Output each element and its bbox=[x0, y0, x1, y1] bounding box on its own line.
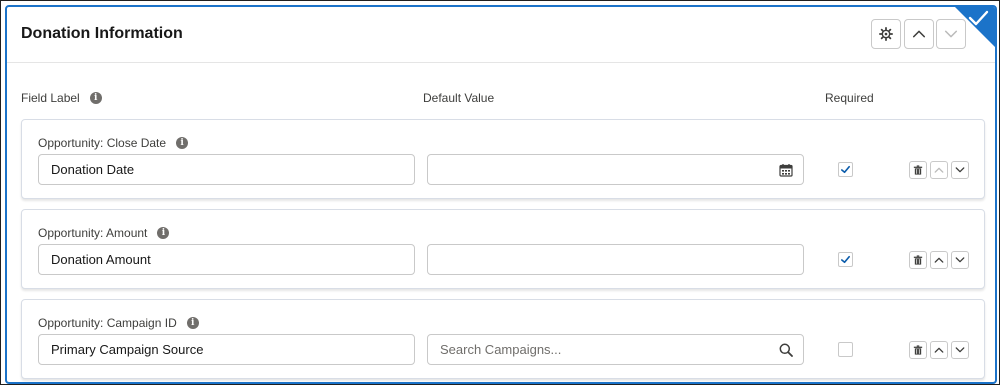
required-checkbox[interactable] bbox=[838, 342, 853, 357]
donation-information-section[interactable]: Donation Information Field Label i Defau… bbox=[5, 5, 997, 384]
source-field-label: Opportunity: Campaign ID i bbox=[38, 316, 199, 330]
field-label-value: Donation Date bbox=[51, 162, 135, 177]
column-header-field-label: Field Label i bbox=[21, 91, 102, 105]
section-move-up-button[interactable] bbox=[904, 19, 934, 49]
chevron-down-icon bbox=[955, 347, 965, 353]
required-checkbox[interactable] bbox=[838, 162, 853, 177]
trash-icon bbox=[913, 255, 923, 265]
chevron-up-icon bbox=[912, 30, 926, 38]
checkmark-icon bbox=[841, 255, 850, 264]
source-field-label-text: Opportunity: Campaign ID bbox=[38, 316, 177, 330]
move-field-down-button[interactable] bbox=[951, 161, 969, 179]
info-icon[interactable]: i bbox=[157, 226, 170, 239]
move-field-up-button[interactable] bbox=[930, 341, 948, 359]
gear-icon bbox=[879, 27, 893, 41]
default-value-input[interactable] bbox=[427, 244, 804, 275]
section-move-down-button[interactable] bbox=[936, 19, 966, 49]
info-icon[interactable]: i bbox=[186, 316, 199, 329]
delete-field-button[interactable] bbox=[909, 251, 927, 269]
source-field-label: Opportunity: Amount i bbox=[38, 226, 170, 240]
source-field-label: Opportunity: Close Date i bbox=[38, 136, 189, 150]
chevron-up-icon bbox=[934, 257, 944, 263]
move-field-up-button[interactable] bbox=[930, 251, 948, 269]
campaign-search-placeholder: Search Campaigns... bbox=[440, 342, 562, 357]
chevron-up-icon bbox=[934, 167, 944, 173]
info-icon[interactable]: i bbox=[176, 136, 189, 149]
field-row[interactable]: Opportunity: Campaign ID i Primary Campai… bbox=[21, 299, 985, 379]
field-label-input[interactable]: Primary Campaign Source bbox=[38, 334, 415, 365]
chevron-down-icon bbox=[955, 257, 965, 263]
default-value-date-input[interactable] bbox=[427, 154, 804, 185]
field-row[interactable]: Opportunity: Close Date i Donation Date bbox=[21, 119, 985, 199]
section-title: Donation Information bbox=[21, 25, 183, 42]
field-label-input[interactable]: Donation Amount bbox=[38, 244, 415, 275]
source-field-label-text: Opportunity: Amount bbox=[38, 226, 148, 240]
delete-field-button[interactable] bbox=[909, 341, 927, 359]
chevron-down-icon bbox=[944, 30, 958, 38]
source-field-label-text: Opportunity: Close Date bbox=[38, 136, 167, 150]
required-checkbox[interactable] bbox=[838, 252, 853, 267]
info-icon[interactable]: i bbox=[89, 91, 102, 104]
move-field-down-button[interactable] bbox=[951, 251, 969, 269]
field-label-input[interactable]: Donation Date bbox=[38, 154, 415, 185]
checkmark-icon bbox=[841, 165, 850, 174]
chevron-down-icon bbox=[955, 167, 965, 173]
search-icon[interactable] bbox=[779, 343, 793, 357]
trash-icon bbox=[913, 345, 923, 355]
window-frame: Donation Information Field Label i Defau… bbox=[0, 0, 1000, 385]
campaign-search-input[interactable]: Search Campaigns... bbox=[427, 334, 804, 365]
field-label-value: Donation Amount bbox=[51, 252, 151, 267]
section-settings-button[interactable] bbox=[871, 19, 901, 49]
column-header-field-label-text: Field Label bbox=[21, 91, 80, 105]
column-header-default-value: Default Value bbox=[423, 91, 495, 105]
delete-field-button[interactable] bbox=[909, 161, 927, 179]
move-field-down-button[interactable] bbox=[951, 341, 969, 359]
move-field-up-button[interactable] bbox=[930, 161, 948, 179]
calendar-icon[interactable] bbox=[779, 163, 793, 177]
field-row[interactable]: Opportunity: Amount i Donation Amount bbox=[21, 209, 985, 289]
section-header: Donation Information bbox=[7, 7, 995, 63]
trash-icon bbox=[913, 165, 923, 175]
field-label-value: Primary Campaign Source bbox=[51, 342, 204, 357]
chevron-up-icon bbox=[934, 347, 944, 353]
column-header-required: Required bbox=[825, 91, 874, 105]
